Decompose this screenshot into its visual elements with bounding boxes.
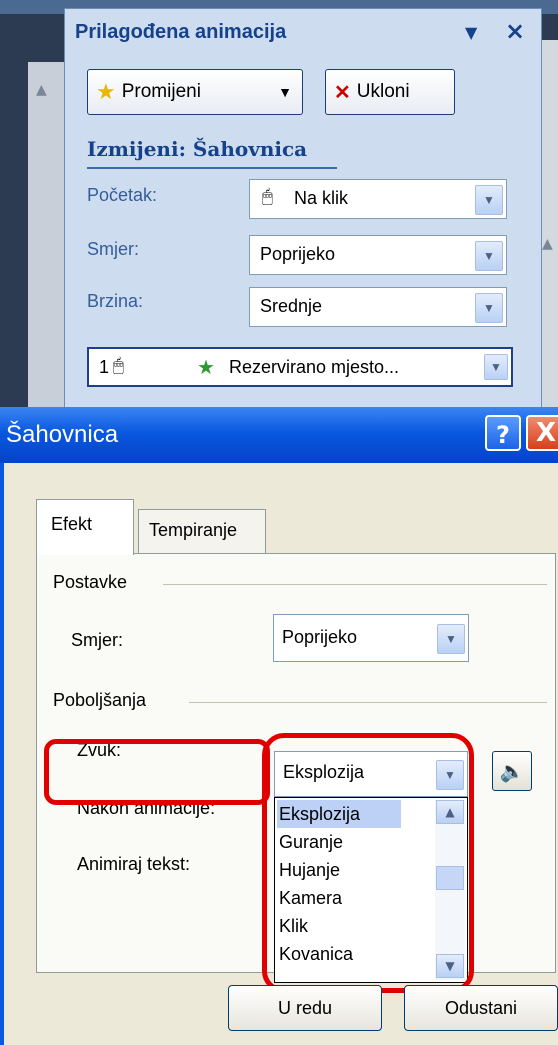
dialog-direction-value: Poprijeko — [282, 627, 358, 647]
dialog-direction-label: Smjer: — [71, 630, 124, 650]
direction-label: Smjer: — [87, 239, 140, 259]
cancel-button[interactable]: Odustani — [404, 985, 558, 1031]
start-label: Početak: — [87, 185, 158, 205]
chevron-down-icon[interactable]: ▼ — [475, 185, 503, 215]
background-panel: ▲ — [540, 40, 558, 410]
chevron-down-icon: ▼ — [278, 84, 292, 100]
entrance-effect-icon: ★ — [197, 357, 215, 379]
remove-x-icon: ✕ — [334, 81, 351, 104]
speaker-icon: 🔈 — [499, 759, 525, 783]
chevron-down-icon[interactable]: ▼ — [437, 624, 465, 654]
scroll-up-arrow-icon[interactable]: ▲ — [36, 82, 47, 98]
scroll-arrow-icon: ▲ — [542, 236, 553, 252]
dialog-direction-dropdown[interactable]: Poprijeko ▼ — [273, 614, 469, 662]
list-item-index: 1 — [99, 357, 110, 377]
chevron-down-icon[interactable]: ▼ — [484, 354, 508, 380]
settings-group-label: Postavke — [53, 572, 128, 592]
star-effect-icon: ★ — [96, 79, 116, 104]
effect-options-dialog: Šahovnica ? X Efekt Tempiranje Postavke … — [0, 407, 558, 1045]
sound-volume-button[interactable]: 🔈 — [492, 751, 532, 791]
pane-close-icon[interactable]: × — [505, 17, 525, 45]
close-button[interactable]: X — [526, 415, 558, 451]
start-value: Na klik — [294, 188, 349, 208]
pane-menu-dropdown-icon[interactable]: ▼ — [465, 23, 477, 42]
enhancements-group-label: Poboljšanja — [53, 690, 147, 710]
remove-effect-button[interactable]: ✕ Ukloni — [325, 69, 455, 115]
direction-value: Poprijeko — [260, 244, 336, 264]
sound-list-highlight — [262, 733, 474, 993]
tab-timing[interactable]: Tempiranje — [138, 509, 266, 553]
dialog-body: Efekt Tempiranje Postavke Smjer: Poprije… — [0, 463, 558, 1045]
sound-label-highlight — [44, 739, 270, 805]
dialog-title: Šahovnica — [6, 421, 119, 448]
list-item-text: Rezervirano mjesto... — [229, 357, 400, 377]
pane-title: Prilagođena animacija — [75, 21, 287, 43]
tab-effect-label: Efekt — [51, 514, 93, 534]
remove-button-label: Ukloni — [356, 81, 410, 102]
animation-list-item[interactable]: 1 🖱 ★ Rezervirano mjesto... ▼ — [87, 347, 513, 387]
group-divider — [189, 702, 547, 703]
dialog-title-bar[interactable]: Šahovnica ? X — [0, 407, 558, 463]
change-effect-button[interactable]: ★ Promijeni ▼ — [87, 69, 303, 115]
tab-timing-label: Tempiranje — [149, 520, 238, 540]
help-button[interactable]: ? — [485, 415, 521, 451]
modify-effect-heading: Izmijeni: Šahovnica — [87, 137, 308, 161]
mouse-click-icon: 🖱 — [113, 355, 124, 375]
slide-scrollbar[interactable]: ▲ — [28, 62, 66, 412]
speed-value: Srednje — [260, 296, 323, 316]
start-dropdown[interactable]: 🖱 Na klik ▼ — [249, 179, 507, 219]
speed-label: Brzina: — [87, 291, 144, 311]
chevron-down-icon[interactable]: ▼ — [475, 293, 503, 323]
direction-dropdown[interactable]: Poprijeko ▼ — [249, 235, 507, 275]
speed-dropdown[interactable]: Srednje ▼ — [249, 287, 507, 327]
ok-button[interactable]: U redu — [228, 985, 382, 1031]
group-divider — [163, 584, 547, 585]
section-divider — [87, 167, 337, 169]
animate-text-label: Animiraj tekst: — [77, 854, 191, 874]
custom-animation-pane: Prilagođena animacija ▼ × ★ Promijeni ▼ … — [64, 8, 542, 410]
mouse-click-icon: 🖱 — [262, 186, 273, 206]
tab-effect[interactable]: Efekt — [36, 499, 134, 555]
chevron-down-icon[interactable]: ▼ — [475, 241, 503, 271]
change-button-label: Promijeni — [121, 81, 201, 102]
